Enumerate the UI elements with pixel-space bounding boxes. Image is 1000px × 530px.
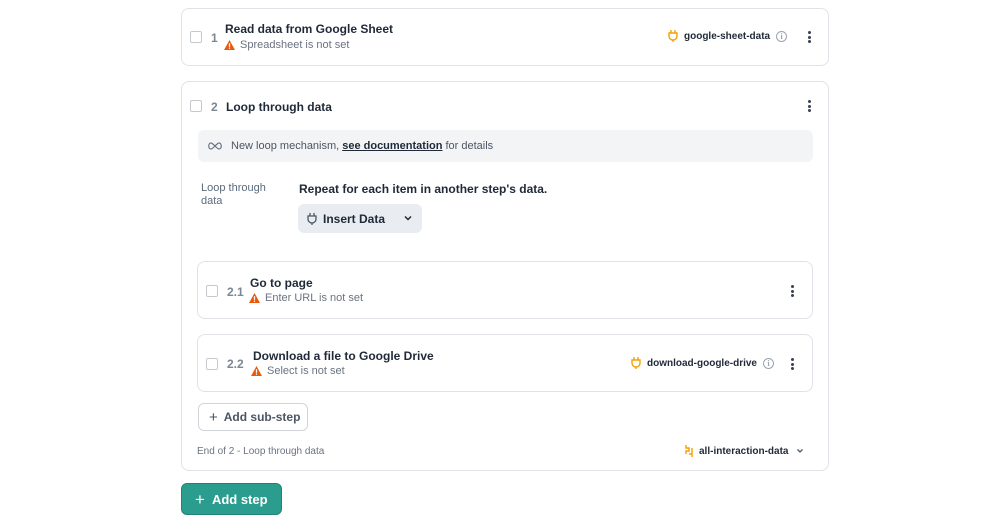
plug-loop-icon xyxy=(685,445,693,457)
loop-field-description: Repeat for each item in another step's d… xyxy=(299,182,548,196)
plug-icon xyxy=(307,212,317,225)
infinity-icon xyxy=(208,142,222,150)
plug-icon xyxy=(631,357,641,369)
substep-title: Go to page xyxy=(250,276,313,290)
add-substep-button[interactable]: + Add sub-step xyxy=(198,403,308,431)
insert-data-label: Insert Data xyxy=(323,211,386,226)
warning-text: Select is not set xyxy=(267,365,345,377)
info-icon[interactable]: i xyxy=(763,357,774,369)
step-checkbox[interactable] xyxy=(190,31,202,43)
connection-name: google-sheet-data xyxy=(684,30,771,42)
substep-number: 2.2 xyxy=(227,357,244,371)
insert-data-button[interactable]: Insert Data xyxy=(298,204,422,233)
substep-menu-icon[interactable] xyxy=(785,283,799,299)
add-step-label: Add step xyxy=(211,491,268,507)
notice-prefix: New loop mechanism, xyxy=(231,140,340,152)
loop-output-connection[interactable]: all-interaction-data xyxy=(684,445,804,457)
info-icon[interactable]: i xyxy=(776,30,788,42)
loop-field-label: Loop through data xyxy=(201,182,266,207)
step-checkbox[interactable] xyxy=(190,100,202,112)
step-card-1[interactable]: 1 Read data from Google Sheet Spreadshee… xyxy=(181,8,829,66)
step-warning: Spreadsheet is not set xyxy=(224,39,349,51)
warning-icon xyxy=(249,293,260,303)
chevron-down-icon xyxy=(404,215,412,221)
step-menu-icon[interactable] xyxy=(802,29,816,45)
warning-text: Enter URL is not set xyxy=(265,292,364,304)
chevron-down-icon xyxy=(797,449,804,453)
add-substep-label: Add sub-step xyxy=(223,410,301,424)
step-title: Read data from Google Sheet xyxy=(225,22,394,36)
add-step-button[interactable]: + Add step xyxy=(181,483,282,515)
plus-icon: + xyxy=(195,489,205,509)
substep-title: Download a file to Google Drive xyxy=(253,349,434,363)
substep-checkbox[interactable] xyxy=(206,358,218,370)
connection-badge[interactable]: google-sheet-data i xyxy=(668,30,788,42)
step-menu-icon[interactable] xyxy=(802,98,816,114)
substep-menu-icon[interactable] xyxy=(785,356,799,372)
notice-suffix: for details xyxy=(445,140,494,152)
loop-end-label: End of 2 - Loop through data xyxy=(197,446,325,457)
substep-number: 2.1 xyxy=(227,285,244,299)
substep-card-2-2[interactable]: 2.2 Download a file to Google Drive Sele… xyxy=(197,334,813,392)
substep-checkbox[interactable] xyxy=(206,285,218,297)
substep-warning: Enter URL is not set xyxy=(249,292,363,304)
step-title: Loop through data xyxy=(226,100,332,114)
substep-warning: Select is not set xyxy=(251,365,345,377)
substep-card-2-1[interactable]: 2.1 Go to page Enter URL is not set xyxy=(197,261,813,319)
warning-icon xyxy=(251,366,262,376)
loop-output-name: all-interaction-data xyxy=(699,445,789,457)
loop-notice: New loop mechanism, see documentation fo… xyxy=(198,130,813,162)
documentation-link[interactable]: see documentation xyxy=(342,140,442,152)
step-number: 2 xyxy=(211,100,218,114)
connection-name: download-google-drive xyxy=(647,357,757,369)
step-number: 1 xyxy=(211,31,218,45)
warning-text: Spreadsheet is not set xyxy=(240,39,350,51)
plus-icon: + xyxy=(209,408,218,426)
plug-icon xyxy=(668,30,678,42)
warning-icon xyxy=(224,40,235,50)
connection-badge[interactable]: download-google-drive i xyxy=(631,357,774,369)
